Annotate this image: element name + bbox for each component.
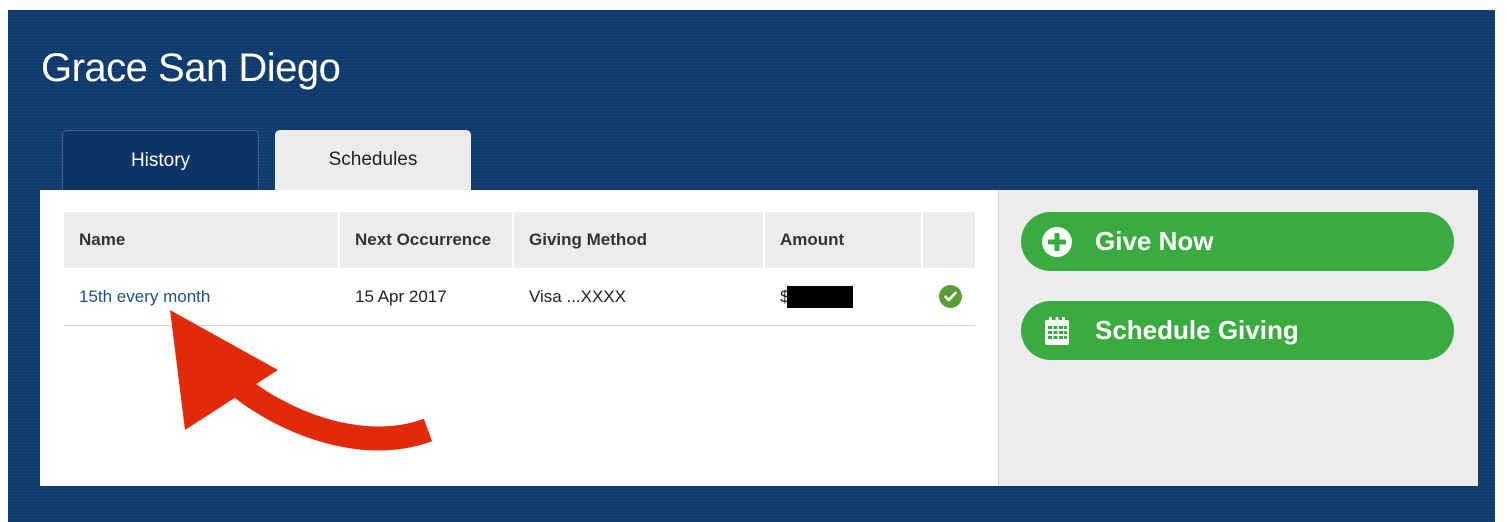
schedule-name-link[interactable]: 15th every month [64,268,340,325]
schedule-giving-button[interactable]: Schedule Giving [1021,301,1454,360]
tab-history[interactable]: History [62,130,259,190]
tab-history-label: History [130,149,191,171]
table-row: 15th every month 15 Apr 2017 Visa ...XXX… [64,268,975,326]
plus-circle-icon [1041,226,1073,258]
give-now-button[interactable]: Give Now [1021,212,1454,271]
giving-method-cell: Visa ...XXXX [529,286,627,306]
tab-schedules[interactable]: Schedules [275,130,471,190]
column-header-next-occurrence: Next Occurrence [340,212,514,268]
column-header-name: Name [64,212,340,268]
content-panel: Name Next Occurrence Giving Method Amoun… [40,190,1478,486]
give-now-label: Give Now [1095,226,1214,256]
tab-schedules-label: Schedules [328,149,418,170]
status-cell [923,268,975,325]
calendar-icon [1041,315,1073,347]
schedules-table: Name Next Occurrence Giving Method Amoun… [64,212,975,326]
action-sidebar: Give Now Schedule Giving [998,190,1478,486]
amount-cell: $ [765,268,923,325]
column-header-amount: Amount [765,212,923,268]
redacted-amount [787,285,854,308]
check-circle-icon [939,285,962,308]
next-occurrence-cell: 15 Apr 2017 [355,286,447,306]
column-header-giving-method: Giving Method [514,212,765,268]
table-header: Name Next Occurrence Giving Method Amoun… [64,212,975,268]
column-header-status [923,212,975,268]
page-title: Grace San Diego [41,46,341,90]
schedule-giving-label: Schedule Giving [1095,315,1299,345]
